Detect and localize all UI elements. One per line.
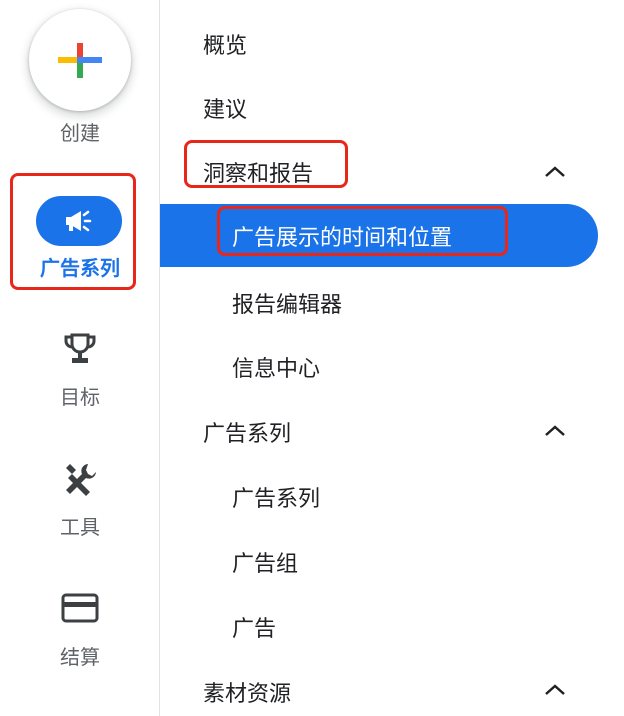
create-button[interactable] (29, 9, 131, 111)
nav-group-insights[interactable]: 洞察和报告 (203, 156, 313, 188)
nav-item-overview[interactable]: 概览 (203, 28, 247, 60)
nav-item-where-when-ads-showed-label: 广告展示的时间和位置 (232, 226, 453, 251)
nav-item-ad-groups[interactable]: 广告组 (232, 546, 298, 578)
credit-card-icon[interactable] (60, 592, 100, 624)
nav-item-dashboards[interactable]: 信息中心 (232, 351, 320, 383)
create-label: 创建 (60, 121, 100, 145)
nav-group-assets[interactable]: 素材资源 (203, 676, 291, 708)
rail-item-billing-label[interactable]: 结算 (0, 641, 160, 670)
rail-item-campaigns[interactable] (36, 196, 122, 246)
chevron-up-icon[interactable] (541, 680, 569, 700)
plus-icon (58, 43, 102, 78)
chevron-up-icon[interactable] (541, 421, 569, 441)
nav-group-campaigns[interactable]: 广告系列 (203, 416, 291, 448)
rail-item-campaigns-label: 广告系列 (40, 256, 120, 280)
chevron-up-icon[interactable] (541, 162, 569, 182)
nav-item-recommendations[interactable]: 建议 (203, 92, 247, 124)
nav-item-campaigns[interactable]: 广告系列 (232, 481, 320, 513)
tools-icon[interactable] (60, 460, 100, 500)
trophy-icon[interactable] (60, 332, 100, 368)
megaphone-icon (66, 210, 92, 232)
nav-item-report-editor[interactable]: 报告编辑器 (232, 287, 342, 319)
nav-item-ads[interactable]: 广告 (232, 611, 276, 643)
rail-item-goals-label[interactable]: 目标 (0, 381, 160, 410)
rail-item-tools-label[interactable]: 工具 (0, 511, 160, 540)
navigation-rail: 创建 广告系列 目标 工具 结算 (0, 0, 160, 716)
